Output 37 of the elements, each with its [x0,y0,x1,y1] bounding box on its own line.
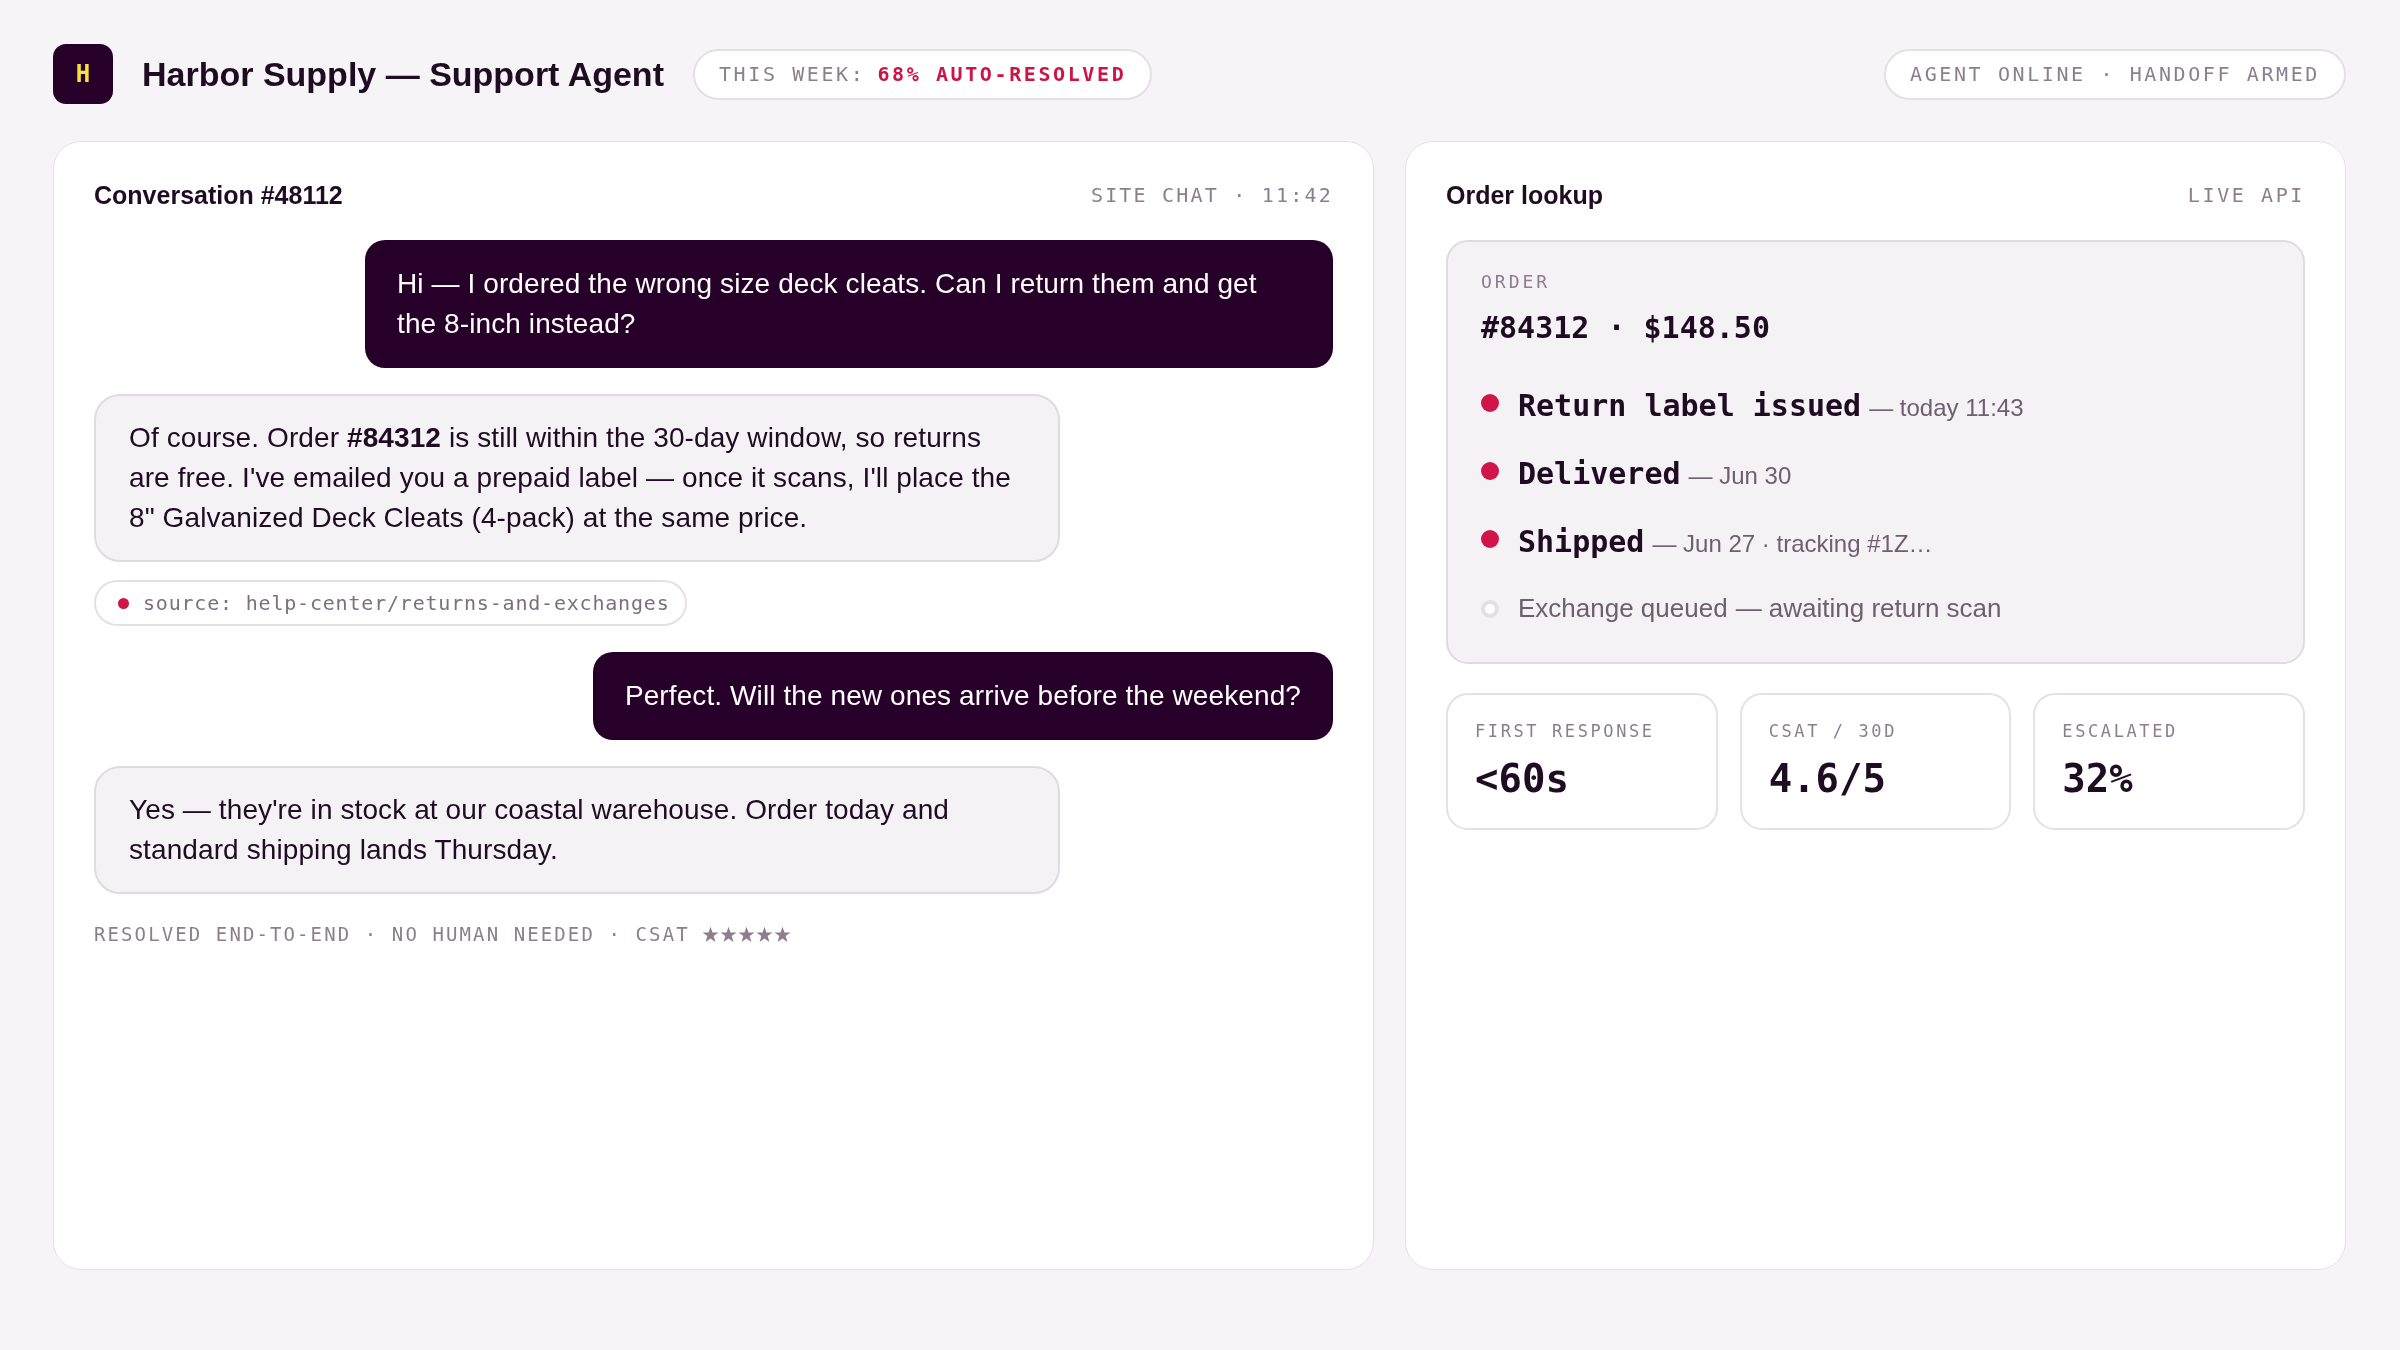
customer-message: Hi — I ordered the wrong size deck cleats. Can I return them and get the 8-inch instead? [365,240,1333,368]
order-summary: #84312 · $148.50 [1481,309,1771,347]
star-icon [737,925,755,943]
event-title: Exchange queued [1518,592,1728,625]
customer-message: Perfect. Will the new ones arrive before the weekend? [592,652,1333,740]
app-title: Harbor Supply — Support Agent [142,54,664,94]
star-icon [719,925,737,943]
stat-value: <60s [1475,755,1570,803]
star-icon [773,925,791,943]
star-icon [701,925,719,943]
event-detail: — Jun 27 · tracking #1Z… [1652,530,1933,558]
event-detail: — Jun 30 [1688,462,1792,490]
order-label: ORDER [1481,270,1552,294]
status-dot-icon [118,597,129,609]
weekly-stat-label: THIS WEEK: [718,62,866,86]
stat-value: 4.6/5 [1768,755,1888,803]
agent-message: Yes — they're in stock at our coastal warehouse. Order today and standard shipping lands Thursday. [94,766,1060,894]
event-title: Shipped [1518,523,1645,561]
brand-logo: H [53,44,113,104]
api-status-label: LIVE API [2187,183,2305,207]
resolution-summary: RESOLVED END-TO-END · NO HUMAN NEEDED · CSAT [94,923,690,945]
agent-status-pill: AGENT ONLINE · HANDOFF ARMED [1884,48,2346,100]
stat-label: FIRST RESPONSE [1475,720,1656,742]
conversation-title: Conversation #48112 [94,180,343,210]
stat-label: ESCALATED [2062,720,2179,742]
event-title: Return label issued [1518,387,1862,425]
agent-message: Of course. Order #84312 is still within the 30-day window, so returns are free. I've emailed you a prepaid label — once it scans, I'll place the 8" Galvanized Deck Cleats (4-pack) at the same price. [94,394,1060,562]
weekly-stat-value: 68% AUTO-RESOLVED [877,62,1127,86]
event-detail: — awaiting return scan [1735,593,2002,624]
stat-label: CSAT / 30D [1768,720,1898,742]
event-title: Delivered [1518,455,1681,493]
event-detail: — today 11:43 [1869,394,2024,422]
channel-time-label: SITE CHAT · 11:42 [1090,183,1333,207]
star-icon [755,925,773,943]
order-lookup-title: Order lookup [1446,180,1603,210]
source-path: source: help-center/returns-and-exchanges [143,591,670,615]
stat-value: 32% [2062,755,2134,803]
